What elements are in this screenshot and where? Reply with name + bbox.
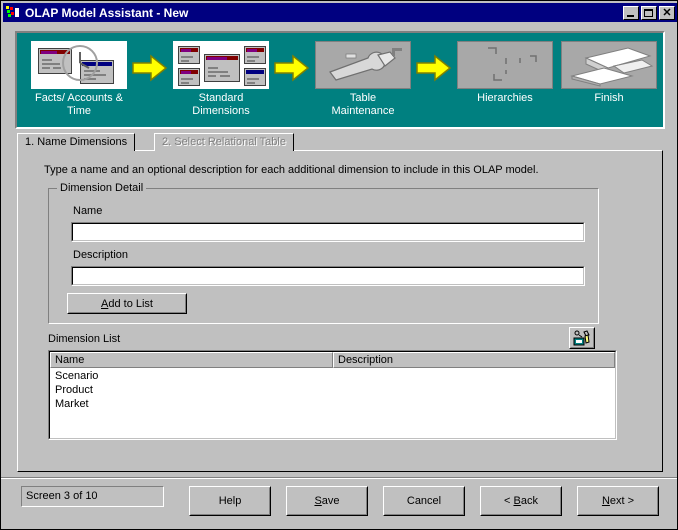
finish-icon xyxy=(561,41,657,89)
tab-label: 2. Select Relational Table xyxy=(162,136,286,148)
close-icon: ✕ xyxy=(662,6,672,19)
maximize-button[interactable] xyxy=(641,5,657,20)
tab-label: 1. Name Dimensions xyxy=(25,136,128,148)
wizard-step-label: Facts/ Accounts & Time xyxy=(34,92,124,117)
add-to-list-suffix: dd to List xyxy=(108,297,153,310)
instruction-text: Type a name and an optional description … xyxy=(44,164,539,176)
close-button[interactable]: ✕ xyxy=(659,5,675,20)
delete-dimension-button[interactable] xyxy=(569,327,595,349)
table-maintenance-icon xyxy=(315,41,411,89)
next-accel: N xyxy=(601,495,610,507)
dimension-detail-group: Dimension Detail Name Description Add to… xyxy=(48,182,599,324)
dimension-list-view[interactable]: Name Description Scenario Product Market xyxy=(48,350,617,440)
tab-strip: 1. Name Dimensions 2. Select Relational … xyxy=(17,133,663,151)
add-to-list-button[interactable]: Add to List xyxy=(67,293,187,314)
list-body: Scenario Product Market xyxy=(51,369,614,437)
dimension-list-label: Dimension List xyxy=(48,333,121,345)
table-row[interactable]: Product xyxy=(51,383,614,397)
tab-name-dimensions[interactable]: 1. Name Dimensions xyxy=(17,133,136,151)
wizard-step-facts-accounts-time: Facts/ Accounts & Time xyxy=(27,41,131,118)
window-controls: ✕ xyxy=(623,5,675,20)
wizard-step-label: Table Maintenance xyxy=(331,92,395,117)
help-button[interactable]: Help xyxy=(189,486,271,516)
list-header-row: Name Description xyxy=(50,352,615,368)
save-button[interactable]: Save xyxy=(286,486,368,516)
wizard-step-hierarchies: Hierarchies xyxy=(453,41,557,105)
wizard-arrow-3-icon xyxy=(415,53,453,101)
column-header-name[interactable]: Name xyxy=(50,352,333,368)
cancel-prefix: Cancel xyxy=(406,495,442,507)
column-header-description[interactable]: Description xyxy=(333,352,615,368)
wizard-step-label: Hierarchies xyxy=(477,92,533,104)
standard-dimensions-icon xyxy=(173,41,269,89)
wizard-step-label: Standard Dimensions xyxy=(192,92,250,117)
next-button[interactable]: Next > xyxy=(577,486,659,516)
cancel-button[interactable]: Cancel xyxy=(383,486,465,516)
wizard-step-banner: Facts/ Accounts & Time Standard Dimensio… xyxy=(15,31,665,129)
next-suffix: ext > xyxy=(609,495,635,507)
back-accel: B xyxy=(513,495,521,507)
cell-name: Market xyxy=(55,398,89,410)
footer-separator xyxy=(1,477,677,479)
back-button[interactable]: < Back xyxy=(480,486,562,516)
cell-description xyxy=(334,369,614,383)
cell-name: Product xyxy=(55,384,93,396)
minimize-button[interactable] xyxy=(623,5,639,20)
hierarchies-icon xyxy=(457,41,553,89)
olap-model-assistant-window: OLAP Model Assistant - New ✕ Facts/ Acco… xyxy=(0,0,678,530)
tab-select-relational-table[interactable]: 2. Select Relational Table xyxy=(154,133,294,151)
wizard-step-standard-dimensions: Standard Dimensions xyxy=(169,41,273,118)
cell-name: Scenario xyxy=(55,370,99,382)
back-suffix: ack xyxy=(520,495,538,507)
help-prefix: Help xyxy=(218,495,242,507)
save-suffix: ave xyxy=(321,495,340,507)
name-label: Name xyxy=(73,205,103,217)
cell-description xyxy=(334,383,614,397)
cell-description xyxy=(334,397,614,411)
window-title: OLAP Model Assistant - New xyxy=(25,5,189,20)
olap-app-icon xyxy=(5,5,21,20)
wizard-arrow-1-icon xyxy=(131,53,169,101)
table-row[interactable]: Scenario xyxy=(51,369,614,383)
description-input[interactable] xyxy=(71,266,585,286)
back-prefix: < xyxy=(504,495,514,507)
title-bar: OLAP Model Assistant - New ✕ xyxy=(3,3,677,22)
description-label: Description xyxy=(73,249,129,261)
name-input[interactable] xyxy=(71,222,585,242)
wizard-step-table-maintenance: Table Maintenance xyxy=(311,41,415,118)
facts-accounts-time-icon xyxy=(31,41,127,89)
status-screen-indicator: Screen 3 of 10 xyxy=(21,486,164,507)
wizard-step-label: Finish xyxy=(594,92,624,104)
wizard-step-finish: Finish xyxy=(557,41,661,105)
group-title: Dimension Detail xyxy=(57,182,147,194)
wizard-arrow-2-icon xyxy=(273,53,311,101)
delete-dimension-icon xyxy=(573,330,591,346)
table-row[interactable]: Market xyxy=(51,397,614,411)
save-accel: S xyxy=(314,495,322,507)
tab-page-name-dimensions: Type a name and an optional description … xyxy=(17,150,663,472)
